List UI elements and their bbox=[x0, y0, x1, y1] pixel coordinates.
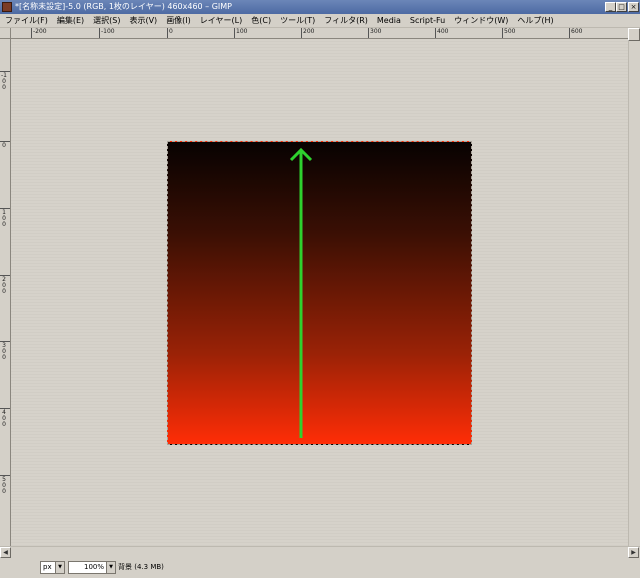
ruler-label: 0 bbox=[2, 142, 6, 149]
vertical-ruler[interactable]: -100 0 100 200 300 400 500 bbox=[0, 39, 11, 546]
ruler-tick bbox=[301, 28, 302, 38]
status-bar: px ▼ 100% ▼ 背景 (4.3 MB) bbox=[0, 558, 640, 578]
menu-colors[interactable]: 色(C) bbox=[246, 14, 275, 28]
ruler-label: 500 bbox=[504, 28, 516, 35]
horizontal-ruler[interactable]: -200 -100 0 100 200 300 400 500 600 bbox=[11, 28, 628, 39]
ruler-tick bbox=[99, 28, 100, 38]
zoom-value: 100% bbox=[83, 563, 104, 571]
dropdown-icon[interactable]: ▼ bbox=[55, 562, 64, 573]
ruler-tick bbox=[502, 28, 503, 38]
unit-value: px bbox=[43, 563, 52, 571]
quick-mask-icon[interactable] bbox=[0, 28, 11, 39]
ruler-tick bbox=[569, 28, 570, 38]
menu-edit[interactable]: 編集(E) bbox=[52, 14, 88, 28]
maximize-button[interactable]: □ bbox=[616, 2, 627, 12]
ruler-tick bbox=[234, 28, 235, 38]
ruler-label: 0 bbox=[169, 28, 173, 35]
horizontal-scrollbar[interactable]: ◀ ▶ bbox=[0, 546, 640, 558]
vertical-scrollbar[interactable] bbox=[628, 41, 640, 546]
ruler-tick bbox=[435, 28, 436, 38]
ruler-label: -100 bbox=[101, 28, 115, 35]
dropdown-icon[interactable]: ▼ bbox=[106, 562, 115, 573]
ruler-label: 400 bbox=[437, 28, 449, 35]
menu-windows[interactable]: ウィンドウ(W) bbox=[449, 14, 512, 28]
menu-layer[interactable]: レイヤー(L) bbox=[195, 14, 246, 28]
ruler-label: -200 bbox=[33, 28, 47, 35]
unit-select[interactable]: px ▼ bbox=[40, 561, 65, 574]
ruler-label: 200 bbox=[303, 28, 315, 35]
ruler-label: 100 bbox=[236, 28, 248, 35]
ruler-label: 300 bbox=[370, 28, 382, 35]
menu-help[interactable]: ヘルプ(H) bbox=[512, 14, 557, 28]
window-title: *[名称未設定]-5.0 (RGB, 1枚のレイヤー) 460x460 – GI… bbox=[15, 2, 233, 11]
gimp-app-icon[interactable] bbox=[2, 2, 12, 12]
menu-select[interactable]: 選択(S) bbox=[88, 14, 124, 28]
menu-filters[interactable]: フィルタ(R) bbox=[319, 14, 372, 28]
ruler-label: 200 bbox=[2, 276, 6, 295]
menu-tools[interactable]: ツール(T) bbox=[275, 14, 319, 28]
menu-view[interactable]: 表示(V) bbox=[124, 14, 161, 28]
menu-bar: ファイル(F) 編集(E) 選択(S) 表示(V) 画像(I) レイヤー(L) … bbox=[0, 14, 640, 28]
ruler-label: 400 bbox=[2, 409, 6, 428]
ruler-label: 300 bbox=[2, 342, 6, 361]
arrow-left-icon[interactable]: ◀ bbox=[0, 547, 11, 558]
ruler-label: 100 bbox=[2, 209, 6, 228]
navigate-icon[interactable] bbox=[628, 28, 640, 41]
gradient-direction-arrow bbox=[289, 147, 313, 438]
menu-script-fu[interactable]: Script-Fu bbox=[405, 14, 449, 28]
ruler-label: 500 bbox=[2, 476, 6, 495]
ruler-label: 600 bbox=[571, 28, 583, 35]
arrow-right-icon[interactable]: ▶ bbox=[628, 547, 639, 558]
ruler-tick bbox=[368, 28, 369, 38]
zoom-select[interactable]: 100% ▼ bbox=[68, 561, 116, 574]
menu-media[interactable]: Media bbox=[372, 14, 405, 28]
menu-image[interactable]: 画像(I) bbox=[161, 14, 195, 28]
close-button[interactable]: × bbox=[628, 2, 639, 12]
ruler-label: -100 bbox=[1, 72, 7, 91]
ruler-tick bbox=[31, 28, 32, 38]
menu-file[interactable]: ファイル(F) bbox=[0, 14, 52, 28]
title-bar: *[名称未設定]-5.0 (RGB, 1枚のレイヤー) 460x460 – GI… bbox=[0, 0, 640, 14]
ruler-tick bbox=[167, 28, 168, 38]
minimize-button[interactable]: _ bbox=[605, 2, 616, 12]
image-gradient[interactable] bbox=[167, 141, 472, 445]
layer-info: 背景 (4.3 MB) bbox=[118, 563, 164, 571]
